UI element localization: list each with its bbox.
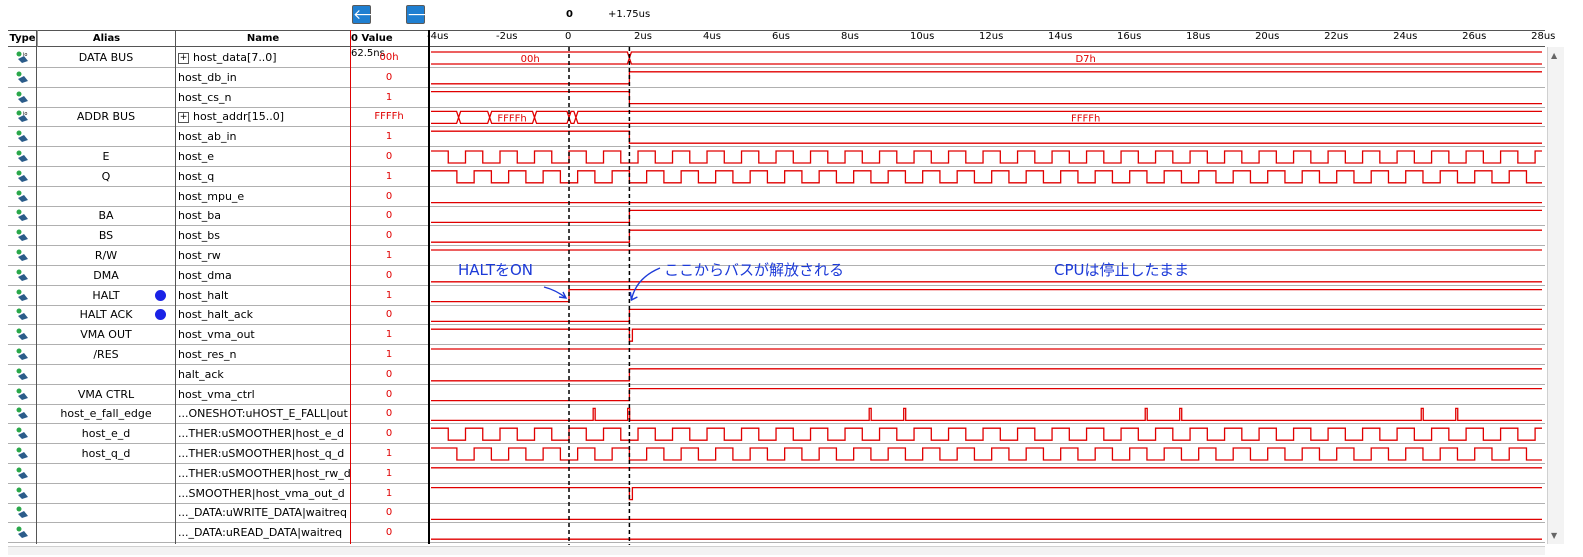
signal-waveform <box>431 71 1542 85</box>
waveform-viewer: 🡐 🡒 0 +1.75us Type Alias Name 0 Value 62… <box>0 0 1583 557</box>
signal-waveform <box>431 427 1542 441</box>
signal-waveform <box>431 447 1542 461</box>
vertical-scrollbar[interactable]: ▲ ▼ <box>1547 47 1564 544</box>
signal-waveform <box>431 368 1542 382</box>
signal-waveform <box>431 110 1542 125</box>
signal-waveform <box>431 229 1542 243</box>
signal-waveform <box>431 328 1542 342</box>
signal-waveform <box>431 130 1542 144</box>
release-arrow-icon <box>629 267 661 302</box>
annotation-bus-release: ここからバスが解放される <box>664 261 845 279</box>
signal-waveform <box>431 209 1542 224</box>
signal-waveform <box>431 170 1542 184</box>
signal-waveform <box>431 308 1542 323</box>
signal-waveform <box>431 51 1542 65</box>
signal-waveform <box>431 486 1542 501</box>
signal-waveform <box>431 90 1542 105</box>
signal-waveform <box>431 407 1542 422</box>
scroll-down-icon[interactable]: ▼ <box>1551 531 1557 540</box>
annotation-cpu-stopped: CPUは停止したまま <box>1054 261 1190 279</box>
signal-waveform <box>431 288 1542 303</box>
halt-arrow-icon <box>543 286 568 299</box>
signal-waveform <box>431 150 1542 164</box>
annotation-halt-on: HALTをON <box>458 261 534 279</box>
signal-waveform <box>431 387 1542 402</box>
scroll-up-icon[interactable]: ▲ <box>1551 51 1557 60</box>
horizontal-scrollbar[interactable] <box>8 546 1545 555</box>
